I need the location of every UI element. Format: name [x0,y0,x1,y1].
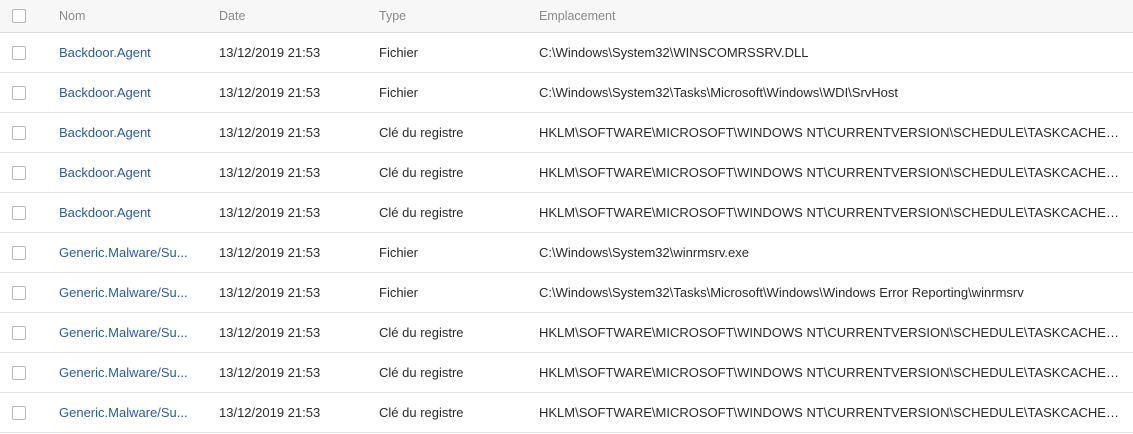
row-date: 13/12/2019 21:53 [219,205,321,220]
table-row[interactable]: Backdoor.Agent 13/12/2019 21:53 Fichier … [0,33,1133,73]
row-check-cell [0,285,59,300]
row-check-cell [0,365,59,380]
row-location: C:\Windows\System32\winrmsrv.exe [539,245,749,260]
row-checkbox[interactable] [12,205,26,220]
row-location: HKLM\SOFTWARE\MICROSOFT\WINDOWS NT\CURRE… [539,405,1121,420]
row-type: Clé du registre [379,165,464,180]
threat-name-link[interactable]: Backdoor.Agent [59,125,151,140]
detections-table: Nom Date Type Emplacement Backdoor.Agent… [0,0,1133,433]
row-date: 13/12/2019 21:53 [219,85,321,100]
table-row[interactable]: Generic.Malware/Su... 13/12/2019 21:53 F… [0,233,1133,273]
threat-name-link[interactable]: Generic.Malware/Su... [59,365,188,380]
threat-name-link[interactable]: Generic.Malware/Su... [59,245,188,260]
row-type: Clé du registre [379,325,464,340]
row-date: 13/12/2019 21:53 [219,245,321,260]
row-check-cell [0,125,59,140]
row-name-cell: Backdoor.Agent [59,85,219,100]
row-type: Fichier [379,45,419,60]
row-name-cell: Backdoor.Agent [59,125,219,140]
row-name-cell: Backdoor.Agent [59,205,219,220]
table-row[interactable]: Generic.Malware/Su... 13/12/2019 21:53 C… [0,313,1133,353]
row-checkbox[interactable] [12,245,26,260]
row-check-cell [0,45,59,60]
row-location: HKLM\SOFTWARE\MICROSOFT\WINDOWS NT\CURRE… [539,125,1121,140]
row-location: C:\Windows\System32\Tasks\Microsoft\Wind… [539,285,1024,300]
table-row[interactable]: Generic.Malware/Su... 13/12/2019 21:53 F… [0,273,1133,313]
table-row[interactable]: Backdoor.Agent 13/12/2019 21:53 Clé du r… [0,153,1133,193]
table-row[interactable]: Backdoor.Agent 13/12/2019 21:53 Clé du r… [0,113,1133,153]
row-date: 13/12/2019 21:53 [219,125,321,140]
row-check-cell [0,165,59,180]
header-type[interactable]: Type [379,9,539,23]
row-date: 13/12/2019 21:53 [219,365,321,380]
table-row[interactable]: Backdoor.Agent 13/12/2019 21:53 Fichier … [0,73,1133,113]
row-checkbox[interactable] [12,85,26,100]
row-type: Clé du registre [379,205,464,220]
row-checkbox[interactable] [12,325,26,340]
table-row[interactable]: Backdoor.Agent 13/12/2019 21:53 Clé du r… [0,193,1133,233]
row-location: C:\Windows\System32\WINSCOMRSSRV.DLL [539,45,809,60]
threat-name-link[interactable]: Backdoor.Agent [59,165,151,180]
header-location[interactable]: Emplacement [539,9,1133,23]
row-location: C:\Windows\System32\Tasks\Microsoft\Wind… [539,85,899,100]
threat-name-link[interactable]: Generic.Malware/Su... [59,285,188,300]
row-type: Fichier [379,245,419,260]
row-name-cell: Generic.Malware/Su... [59,285,219,300]
row-name-cell: Generic.Malware/Su... [59,405,219,420]
row-check-cell [0,85,59,100]
threat-name-link[interactable]: Generic.Malware/Su... [59,405,188,420]
table-row[interactable]: Generic.Malware/Su... 13/12/2019 21:53 C… [0,393,1133,433]
row-date: 13/12/2019 21:53 [219,405,321,420]
row-type: Clé du registre [379,405,464,420]
row-date: 13/12/2019 21:53 [219,45,321,60]
select-all-checkbox[interactable] [12,9,26,23]
header-name[interactable]: Nom [59,9,219,23]
row-check-cell [0,325,59,340]
table-row[interactable]: Generic.Malware/Su... 13/12/2019 21:53 C… [0,353,1133,393]
row-check-cell [0,205,59,220]
threat-name-link[interactable]: Backdoor.Agent [59,205,151,220]
row-checkbox[interactable] [12,125,26,140]
row-checkbox[interactable] [12,45,26,60]
row-type: Fichier [379,85,419,100]
threat-name-link[interactable]: Backdoor.Agent [59,45,151,60]
row-name-cell: Generic.Malware/Su... [59,365,219,380]
row-location: HKLM\SOFTWARE\MICROSOFT\WINDOWS NT\CURRE… [539,165,1121,180]
row-location: HKLM\SOFTWARE\MICROSOFT\WINDOWS NT\CURRE… [539,325,1121,340]
row-location: HKLM\SOFTWARE\MICROSOFT\WINDOWS NT\CURRE… [539,205,1121,220]
row-name-cell: Generic.Malware/Su... [59,245,219,260]
row-checkbox[interactable] [12,285,26,300]
row-checkbox[interactable] [12,405,26,420]
threat-name-link[interactable]: Generic.Malware/Su... [59,325,188,340]
row-type: Clé du registre [379,365,464,380]
row-name-cell: Generic.Malware/Su... [59,325,219,340]
row-check-cell [0,245,59,260]
row-location: HKLM\SOFTWARE\MICROSOFT\WINDOWS NT\CURRE… [539,365,1121,380]
row-checkbox[interactable] [12,165,26,180]
row-type: Clé du registre [379,125,464,140]
row-type: Fichier [379,285,419,300]
header-date[interactable]: Date [219,9,379,23]
row-name-cell: Backdoor.Agent [59,165,219,180]
row-date: 13/12/2019 21:53 [219,325,321,340]
row-date: 13/12/2019 21:53 [219,285,321,300]
select-all-cell [0,9,59,23]
row-check-cell [0,405,59,420]
table-header: Nom Date Type Emplacement [0,0,1133,33]
row-name-cell: Backdoor.Agent [59,45,219,60]
threat-name-link[interactable]: Backdoor.Agent [59,85,151,100]
row-checkbox[interactable] [12,365,26,380]
row-date: 13/12/2019 21:53 [219,165,321,180]
